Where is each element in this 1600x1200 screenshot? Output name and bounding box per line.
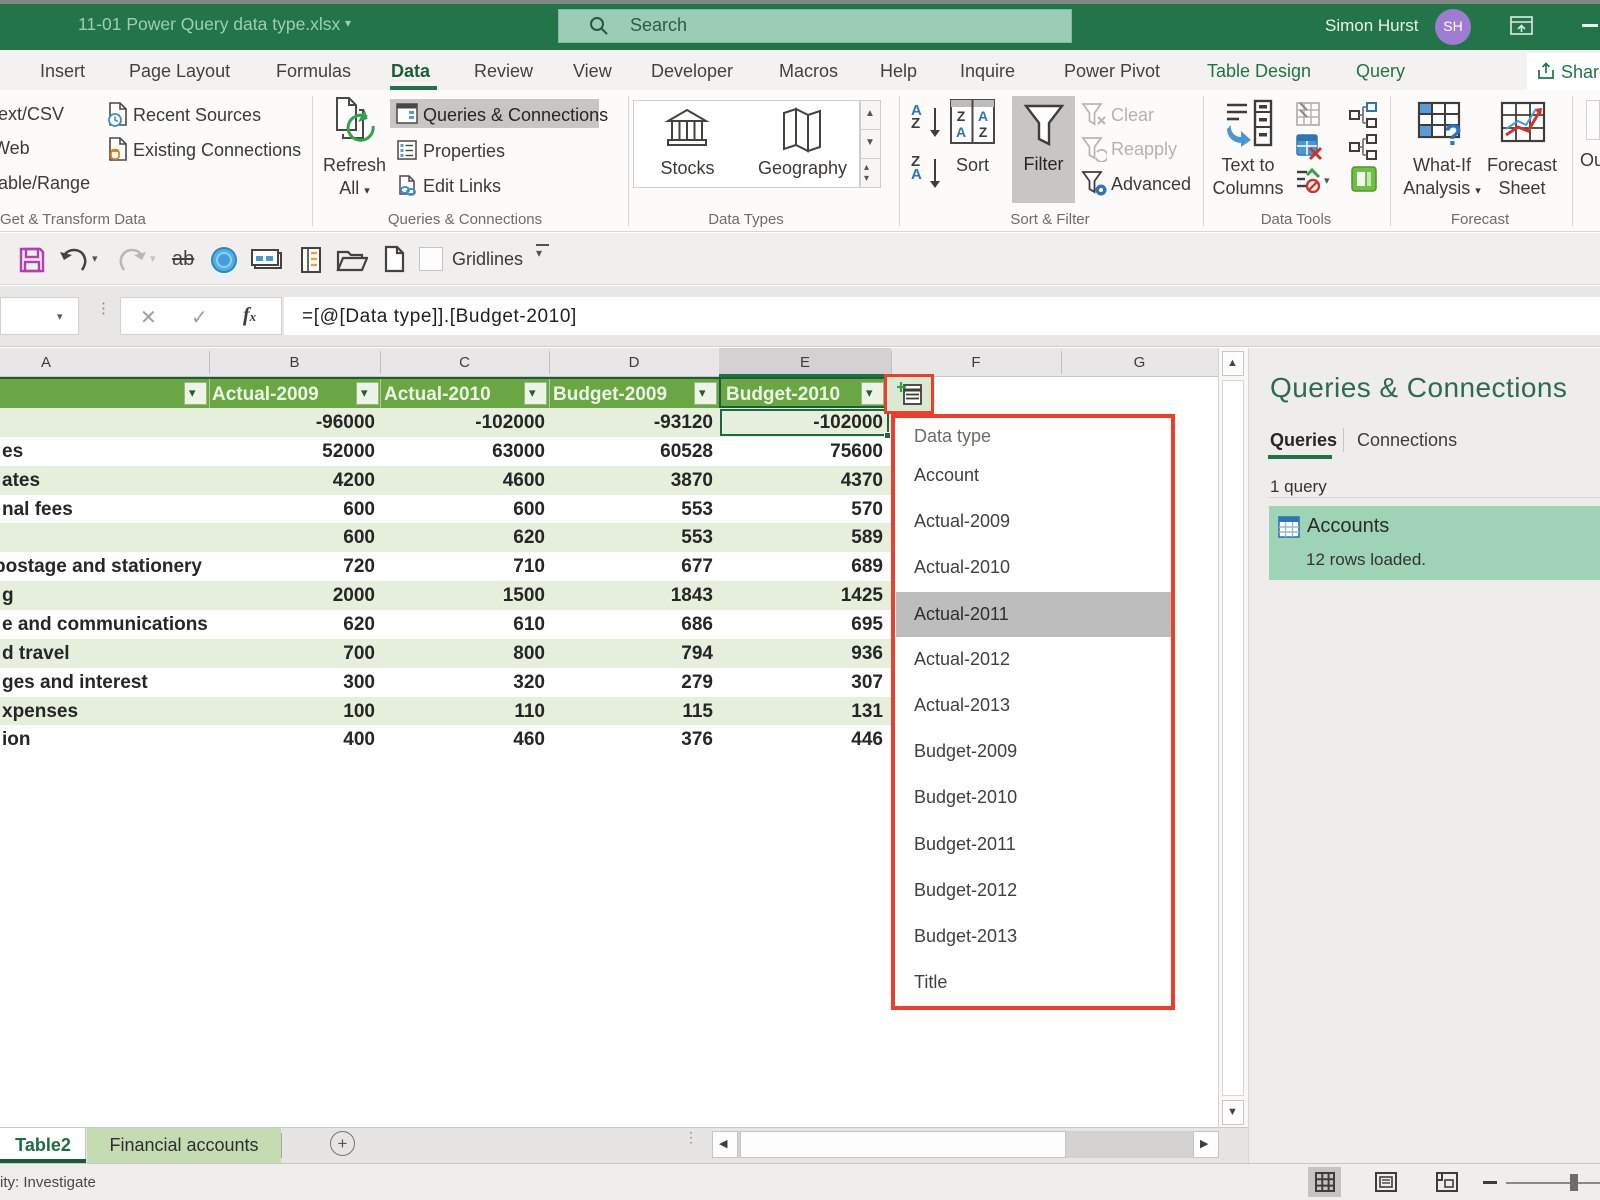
svg-text:Z: Z (957, 108, 966, 124)
svg-text:A: A (956, 124, 966, 140)
svg-text:Z: Z (979, 124, 988, 140)
svg-text:A: A (978, 108, 988, 124)
svg-text:?: ? (1444, 119, 1462, 149)
